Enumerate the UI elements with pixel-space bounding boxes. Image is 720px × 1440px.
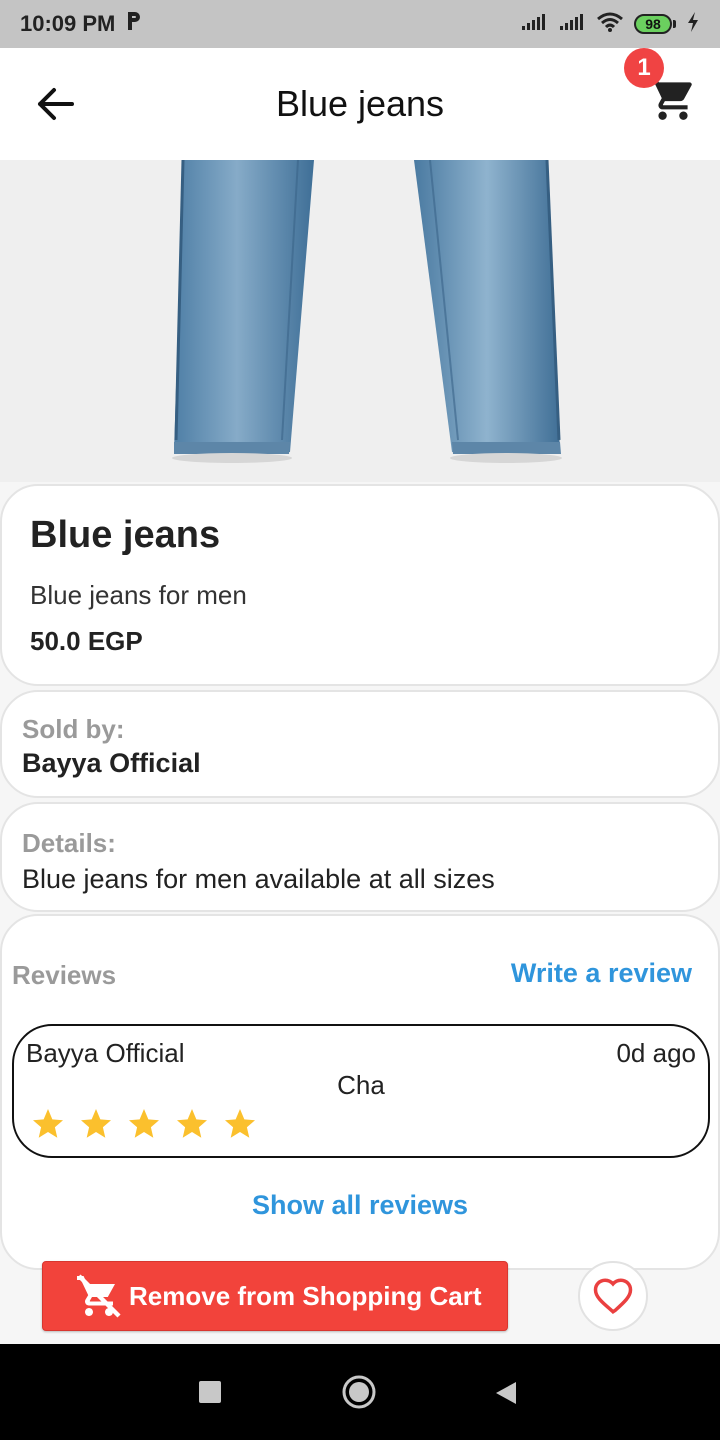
status-time: 10:09 PM xyxy=(20,11,116,36)
circle-icon xyxy=(342,1375,376,1409)
app-bar: Blue jeans 1 xyxy=(0,48,720,160)
system-nav-bar xyxy=(0,1344,720,1440)
remove-shopping-cart-icon xyxy=(77,1274,121,1318)
seller-label: Sold by: xyxy=(22,714,125,744)
show-all-reviews-button[interactable]: Show all reviews xyxy=(2,1190,718,1221)
status-bar: 10:09 PM 98 xyxy=(0,0,720,48)
star-icon xyxy=(33,1109,63,1138)
charging-icon xyxy=(686,11,700,38)
star-icon xyxy=(177,1109,207,1138)
back-button[interactable] xyxy=(32,84,80,124)
battery-icon: 98 xyxy=(634,14,676,34)
home-button[interactable] xyxy=(341,1374,377,1415)
review-time: 0d ago xyxy=(616,1038,696,1068)
star-icon xyxy=(81,1109,111,1138)
details-text: Blue jeans for men available at all size… xyxy=(22,864,495,894)
page-title: Blue jeans xyxy=(275,83,445,124)
details-label: Details: xyxy=(22,828,116,858)
arrow-left-icon xyxy=(38,88,74,120)
remove-from-cart-label: Remove from Shopping Cart xyxy=(129,1280,482,1311)
remove-from-cart-button[interactable]: Remove from Shopping Cart xyxy=(42,1261,508,1331)
review-text: Cha xyxy=(337,1070,385,1100)
star-icon xyxy=(129,1109,159,1138)
square-icon xyxy=(199,1381,221,1403)
product-price: 50.0 EGP xyxy=(30,626,143,656)
wifi-icon xyxy=(596,11,624,38)
jeans-image xyxy=(172,160,562,463)
recents-button[interactable] xyxy=(199,1381,221,1408)
seller-name: Bayya Official xyxy=(22,748,201,778)
seller-card[interactable]: Sold by: Bayya Official xyxy=(0,690,720,798)
product-image xyxy=(0,160,720,482)
reviews-card: Reviews Write a review Bayya Official 0d… xyxy=(0,914,720,1270)
cart-count-badge: 1 xyxy=(624,48,664,88)
star-icon xyxy=(225,1109,255,1138)
triangle-back-icon xyxy=(496,1382,516,1404)
signal-icon xyxy=(520,12,548,37)
product-info-card: Blue jeans Blue jeans for men 50.0 EGP xyxy=(0,484,720,686)
battery-level: 98 xyxy=(634,14,672,34)
product-short-description: Blue jeans for men xyxy=(30,580,247,610)
reviews-heading: Reviews xyxy=(12,960,117,990)
status-right: 98 xyxy=(520,11,700,38)
status-left: 10:09 PM xyxy=(20,10,143,38)
review-item: Bayya Official 0d ago Cha xyxy=(12,1024,710,1158)
parking-icon xyxy=(125,10,143,38)
favorite-button[interactable] xyxy=(578,1261,648,1331)
back-nav-button[interactable] xyxy=(494,1380,518,1411)
product-name: Blue jeans xyxy=(30,514,221,556)
review-author: Bayya Official xyxy=(26,1038,185,1068)
details-card: Details: Blue jeans for men available at… xyxy=(0,802,720,912)
signal-icon-2 xyxy=(558,12,586,37)
heart-outline-icon xyxy=(593,1278,633,1314)
review-rating xyxy=(30,1106,258,1142)
write-review-button[interactable]: Write a review xyxy=(511,958,692,989)
